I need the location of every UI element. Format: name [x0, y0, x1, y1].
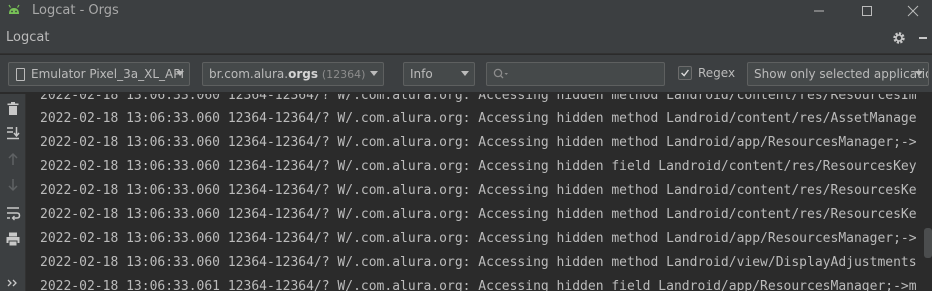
- device-dropdown-value: Emulator Pixel_3a_XL_API: [31, 67, 184, 81]
- log-line: 2022-02-18 13:06:33.060 12364-12364/? W/…: [40, 207, 917, 222]
- log-level-value: Info: [410, 67, 433, 81]
- log-line: 2022-02-18 13:06:33.060 12364-12364/? W/…: [40, 231, 917, 246]
- logcat-sidebar: [0, 94, 26, 291]
- more-icon[interactable]: [4, 274, 22, 291]
- log-line: 2022-02-18 13:06:33.060 12364-12364/? W/…: [40, 111, 917, 126]
- search-input[interactable]: [486, 62, 665, 86]
- soft-wrap-icon[interactable]: [4, 204, 22, 222]
- scroll-to-end-icon[interactable]: [4, 124, 22, 142]
- android-icon: [8, 4, 20, 14]
- process-dropdown-value: br.com.alura.orgs (12364): [209, 67, 365, 81]
- regex-label[interactable]: Regex: [698, 66, 735, 80]
- log-output[interactable]: 2022-02-18 13:06:33.060 12364-12364/? W/…: [27, 94, 932, 291]
- log-line: 2022-02-18 13:06:33.060 12364-12364/? W/…: [40, 135, 917, 150]
- down-arrow-icon[interactable]: [4, 176, 22, 194]
- log-level-dropdown[interactable]: Info: [403, 62, 475, 86]
- trash-icon[interactable]: [4, 100, 22, 118]
- process-dropdown[interactable]: br.com.alura.orgs (12364): [202, 62, 384, 86]
- title-bar: Logcat - Orgs: [0, 0, 932, 22]
- filter-config-value: Show only selected applicatio: [754, 67, 929, 81]
- chevron-down-icon: [461, 71, 469, 76]
- log-scrollbar-thumb[interactable]: [924, 228, 932, 258]
- log-line: 2022-02-18 13:06:33.061 12364-12364/? W/…: [40, 279, 917, 291]
- window-title: Logcat - Orgs: [32, 3, 119, 18]
- log-line: 2022-02-18 13:06:33.060 12364-12364/? W/…: [40, 94, 917, 103]
- up-arrow-icon[interactable]: [4, 150, 22, 168]
- process-app: orgs: [288, 67, 319, 81]
- log-line: 2022-02-18 13:06:33.060 12364-12364/? W/…: [40, 159, 917, 174]
- phone-icon: [16, 68, 25, 81]
- chevron-down-icon: [176, 71, 184, 76]
- minimize-icon[interactable]: [810, 2, 828, 20]
- search-icon: [493, 68, 508, 79]
- toolwindow-header: Logcat: [0, 22, 932, 54]
- filter-config-dropdown[interactable]: Show only selected applicatio: [747, 62, 929, 86]
- log-line: 2022-02-18 13:06:33.060 12364-12364/? W/…: [40, 255, 917, 270]
- gear-icon[interactable]: [891, 30, 907, 46]
- hide-panel-icon[interactable]: [916, 30, 930, 46]
- log-line: 2022-02-18 13:06:33.060 12364-12364/? W/…: [40, 183, 917, 198]
- close-icon[interactable]: [904, 2, 922, 20]
- process-package: br.com.alura.: [209, 67, 289, 81]
- chevron-down-icon: [370, 71, 378, 76]
- device-dropdown[interactable]: Emulator Pixel_3a_XL_API: [8, 62, 190, 86]
- maximize-icon[interactable]: [858, 2, 876, 20]
- chevron-down-icon: [915, 71, 923, 76]
- process-pid: (12364): [321, 68, 366, 81]
- print-icon[interactable]: [4, 230, 22, 248]
- regex-checkbox[interactable]: [678, 66, 692, 80]
- toolwindow-title: Logcat: [6, 30, 50, 45]
